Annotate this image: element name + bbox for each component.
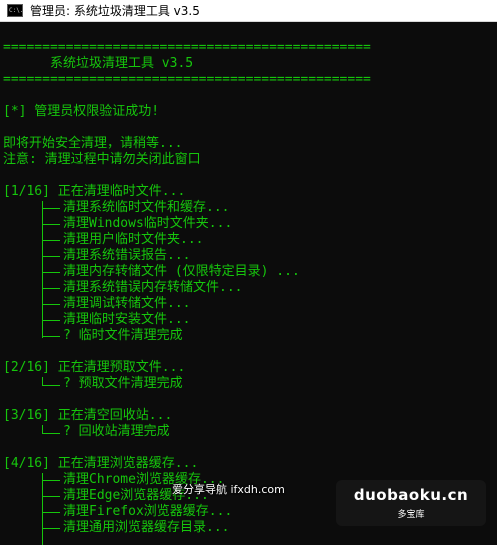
tree-item: 清理系统临时文件和缓存... [63,200,230,215]
tree-item-complete: ? 临时文件清理完成 [63,328,183,343]
status-starting: 即将开始安全清理，请稍等... [3,136,183,151]
section-title: [2/16] 正在清理预取文件... [3,360,186,375]
tree-tick [42,272,60,273]
status-auth-ok: [*] 管理员权限验证成功! [3,104,160,119]
tree-tick [42,336,60,337]
tree-tick [42,256,60,257]
tree-tick [42,208,60,209]
console-output[interactable]: ========================================… [0,22,497,545]
tree-item: 清理系统错误内存转储文件... [63,280,243,295]
section-title: [1/16] 正在清理临时文件... [3,184,186,199]
separator-line: ========================================… [3,40,371,55]
window-title: 管理员: 系统垃圾清理工具 v3.5 [30,4,200,18]
tree-tick [42,240,60,241]
watermark-site-text: 爱分享导航 ifxdh.com [172,483,285,496]
section-title: [3/16] 正在清空回收站... [3,408,173,423]
tree-item-complete: ? 回收站清理完成 [63,424,170,439]
tree-item: 清理通用浏览器缓存目录... [63,520,230,535]
console-icon[interactable]: C:\. [7,4,23,17]
tree-tick [42,496,60,497]
console-header-title: 系统垃圾清理工具 v3.5 [3,56,194,71]
tree-branch-line [42,201,43,338]
tree-tick [42,288,60,289]
tree-item-complete: ? 预取文件清理完成 [63,376,183,391]
tree-tick [42,385,60,386]
tree-item: 清理内存转储文件 (仅限特定目录) ... [63,264,300,279]
window-titlebar[interactable]: C:\. 管理员: 系统垃圾清理工具 v3.5 [0,0,497,22]
tree-tick [42,480,60,481]
tree-tick [42,512,60,513]
tree-item: 清理Windows临时文件夹... [63,216,233,231]
status-notice: 注意: 清理过程中请勿关闭此窗口 [3,152,201,167]
logo-sub-text: 多宝库 [397,510,425,520]
tree-tick [42,224,60,225]
tree-tick [42,304,60,305]
tree-item: 清理系统错误报告... [63,248,191,263]
tree-tick [42,320,60,321]
logo-main-text: duobaoku.cn [353,486,469,504]
tree-tick [42,433,60,434]
tree-tick [42,528,60,529]
tree-item: 清理Firefox浏览器缓存... [63,504,233,519]
tree-branch-line [42,473,43,545]
watermark-logo: duobaoku.cn 多宝库 [336,480,486,526]
tree-item: 清理用户临时文件夹... [63,232,204,247]
separator-line: ========================================… [3,72,371,87]
tree-item: 清理临时安装文件... [63,312,191,327]
tree-item: 清理调试转储文件... [63,296,191,311]
section-title: [4/16] 正在清理浏览器缓存... [3,456,199,471]
